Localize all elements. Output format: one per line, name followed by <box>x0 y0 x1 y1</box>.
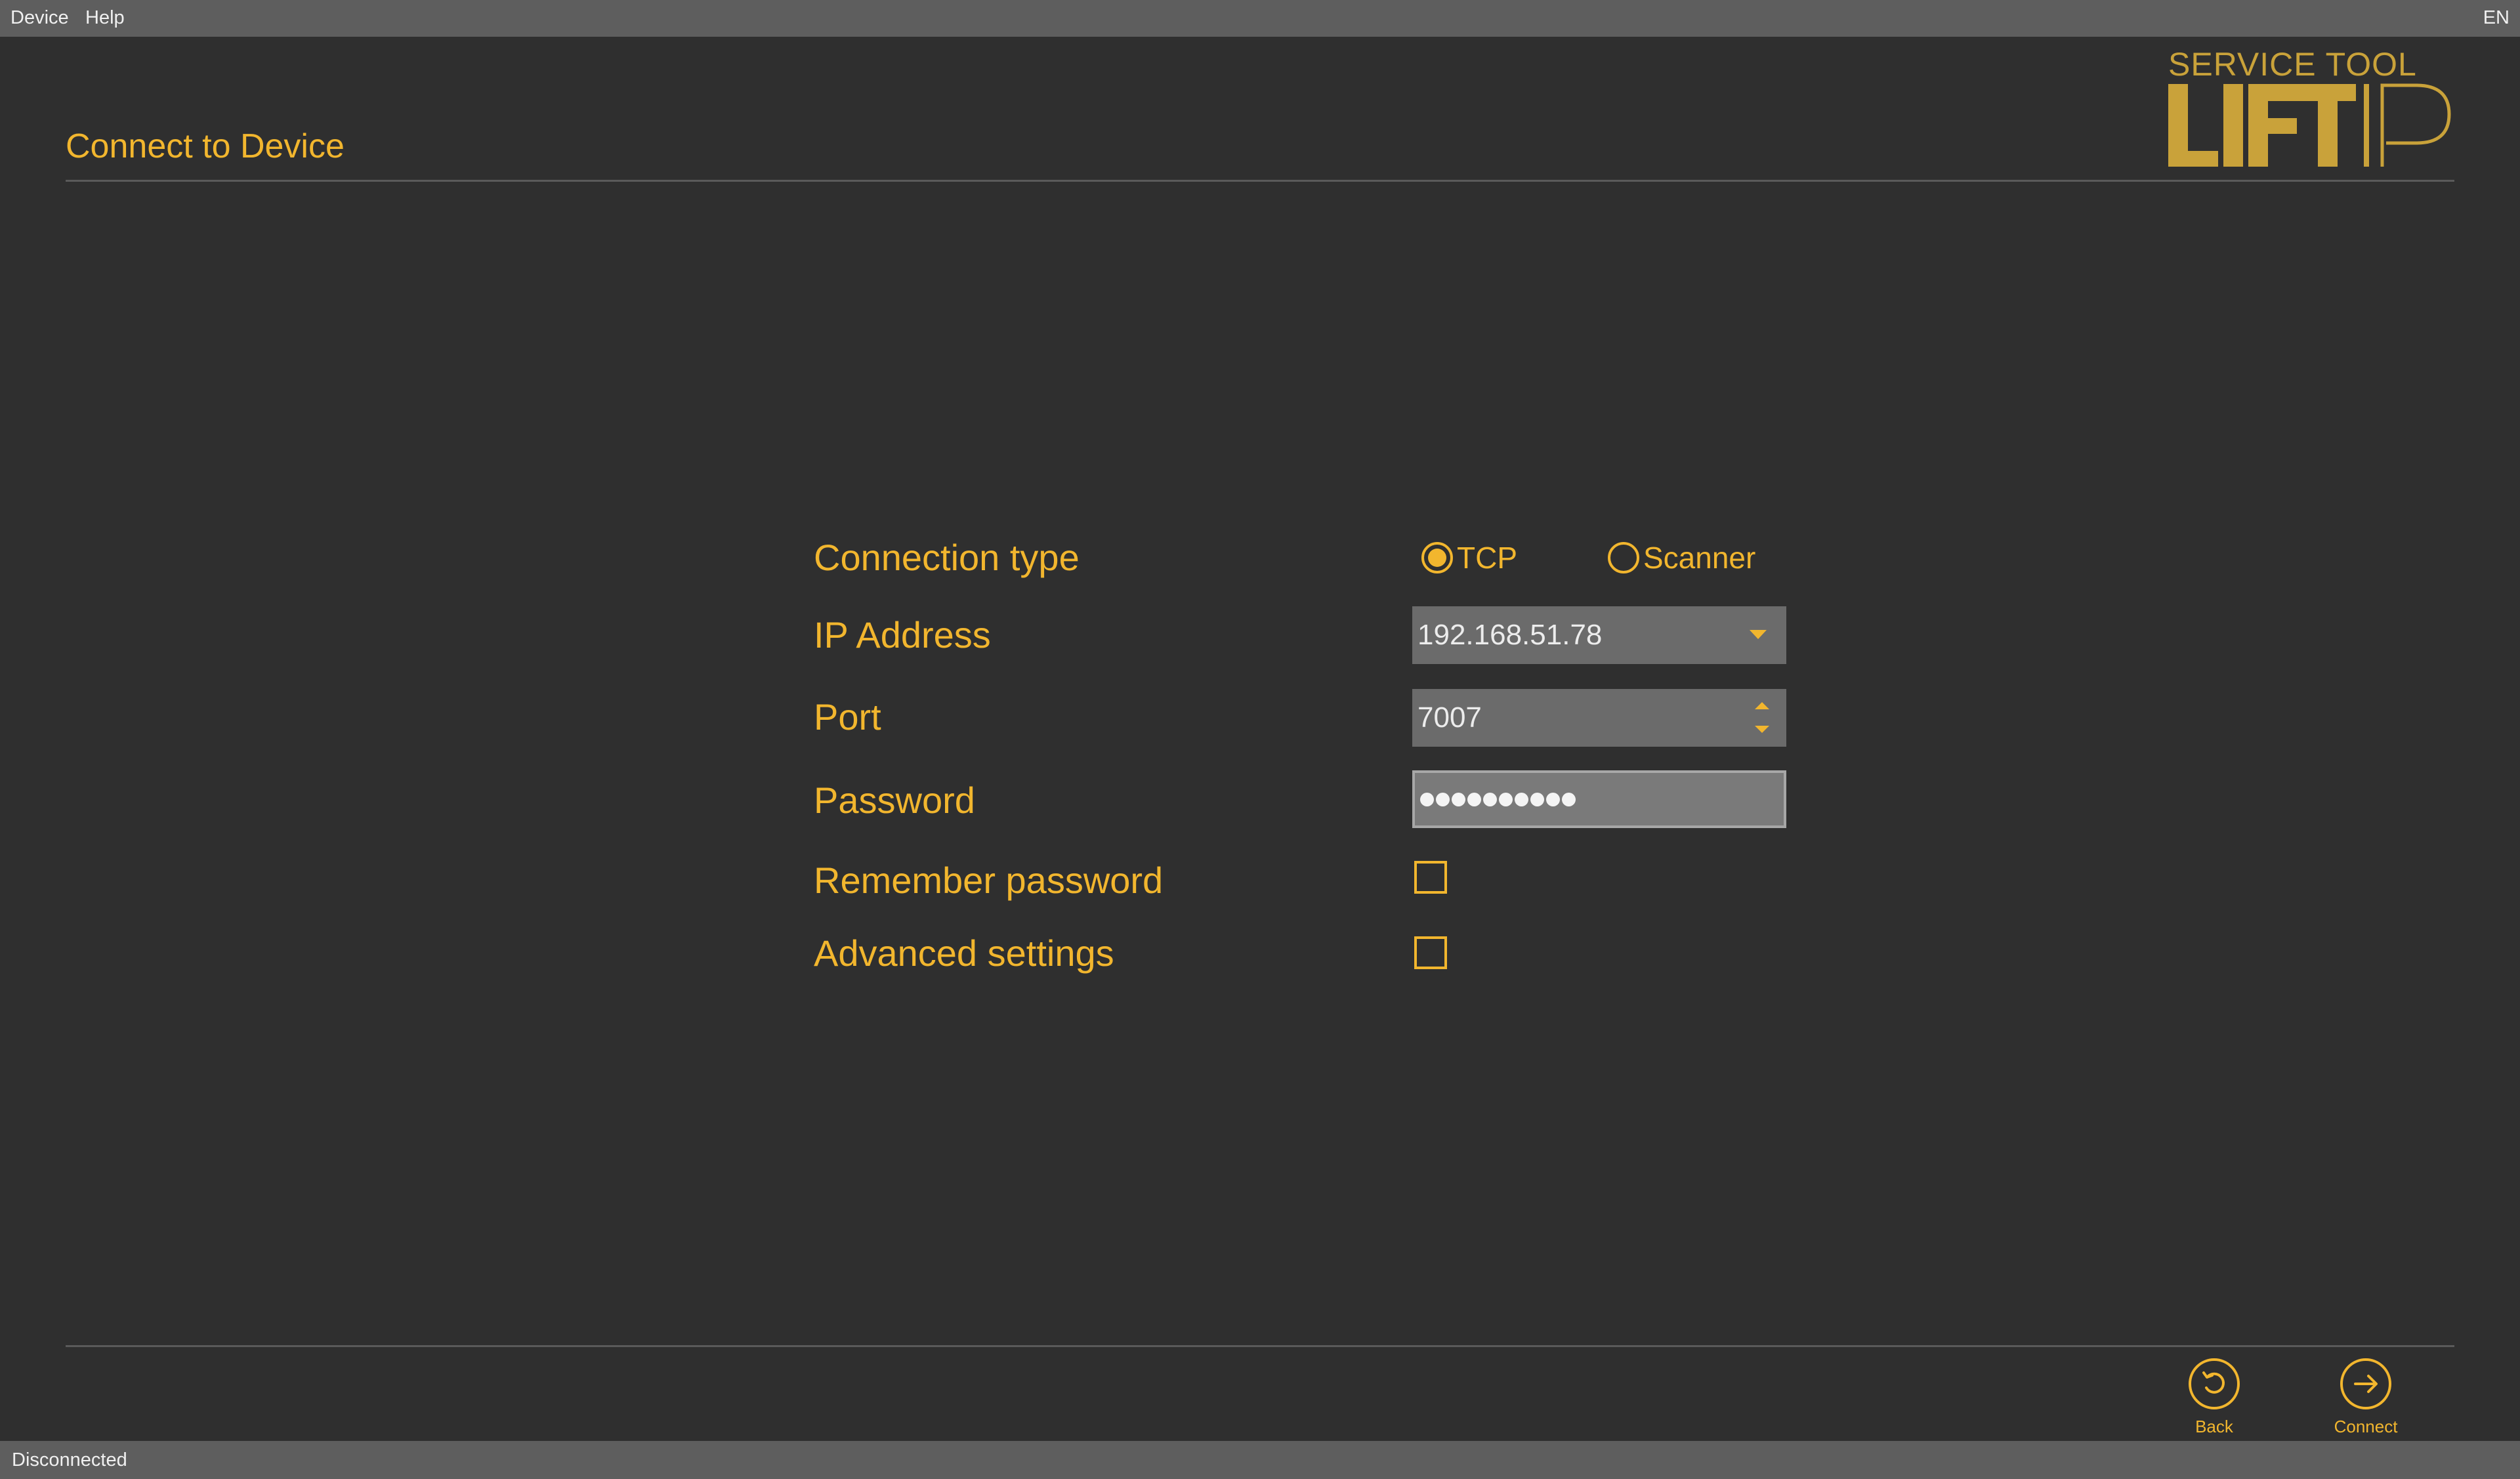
password-mask-dot <box>1546 793 1560 806</box>
decrement-icon[interactable] <box>1755 726 1769 733</box>
radio-unselected-icon <box>1608 542 1639 573</box>
footer-divider <box>66 1345 2454 1347</box>
radio-scanner[interactable]: Scanner <box>1608 537 1755 579</box>
connection-status: Disconnected <box>12 1449 127 1470</box>
radio-tcp-label: TCP <box>1457 541 1517 575</box>
password-label: Password <box>814 780 975 821</box>
connect-label: Connect <box>2334 1417 2398 1436</box>
status-bar: Disconnected <box>0 1441 2520 1479</box>
password-mask-dot <box>1530 793 1544 806</box>
remember-password-checkbox[interactable] <box>1414 861 1447 894</box>
header-divider <box>66 180 2454 182</box>
radio-tcp[interactable]: TCP <box>1421 537 1517 579</box>
password-mask <box>1420 793 1576 806</box>
language-selector[interactable]: EN <box>2483 7 2510 29</box>
port-stepper[interactable]: 7007 <box>1412 689 1786 747</box>
port-value: 7007 <box>1418 701 1482 734</box>
advanced-settings-checkbox[interactable] <box>1414 936 1447 969</box>
password-mask-dot <box>1420 793 1434 806</box>
page-title: Connect to Device <box>66 127 345 165</box>
menu-help[interactable]: Help <box>85 7 125 29</box>
password-field[interactable] <box>1412 770 1786 828</box>
connection-type-label: Connection type <box>814 537 1080 578</box>
ip-address-label: IP Address <box>814 614 991 656</box>
chevron-down-icon[interactable] <box>1750 630 1767 639</box>
ip-address-combobox[interactable]: 192.168.51.78 <box>1412 606 1786 664</box>
radio-scanner-label: Scanner <box>1643 541 1756 575</box>
back-label: Back <box>2195 1417 2233 1436</box>
logo-wordmark <box>2168 83 2451 167</box>
port-label: Port <box>814 696 881 738</box>
password-mask-dot <box>1452 793 1465 806</box>
password-mask-dot <box>1467 793 1481 806</box>
menu-bar: Device Help EN <box>0 0 2520 37</box>
password-mask-dot <box>1515 793 1528 806</box>
password-mask-dot <box>1499 793 1513 806</box>
ip-address-value: 192.168.51.78 <box>1418 619 1603 651</box>
password-mask-dot <box>1483 793 1497 806</box>
connect-button[interactable]: Connect <box>2320 1357 2412 1436</box>
menu-device[interactable]: Device <box>10 7 69 29</box>
password-mask-dot <box>1436 793 1450 806</box>
remember-password-label: Remember password <box>814 860 1164 901</box>
password-mask-dot <box>1562 793 1576 806</box>
advanced-settings-label: Advanced settings <box>814 932 1114 974</box>
radio-selected-icon <box>1421 542 1453 573</box>
service-tool-lift-ip-logo: SERVICE TOOL <box>2166 46 2454 171</box>
back-button[interactable]: Back <box>2168 1357 2260 1436</box>
increment-icon[interactable] <box>1755 702 1769 709</box>
arrow-right-icon <box>2340 1358 2391 1409</box>
undo-icon <box>2189 1358 2240 1409</box>
